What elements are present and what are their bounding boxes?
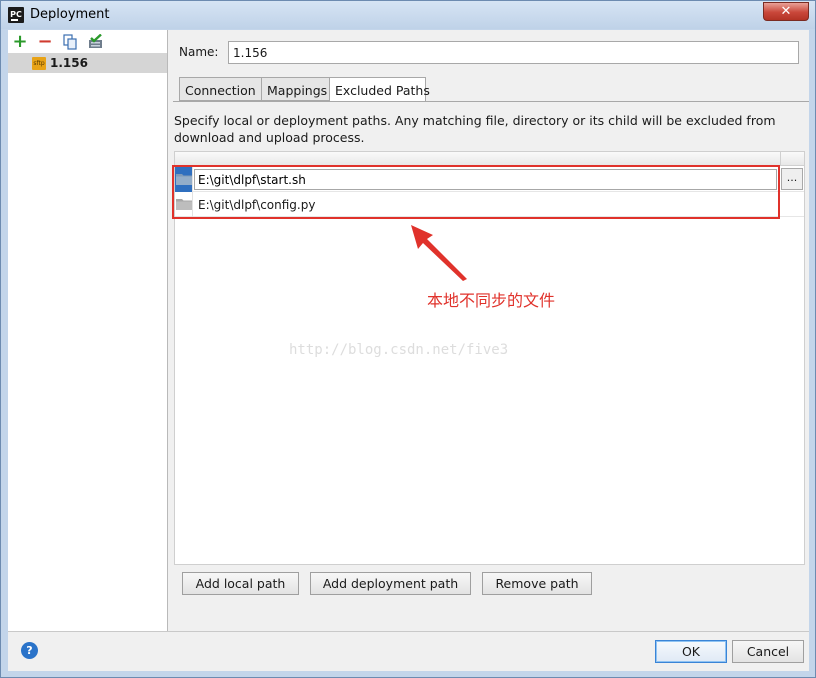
remove-server-icon[interactable]: −: [37, 33, 53, 51]
name-field[interactable]: [228, 41, 799, 64]
browse-button[interactable]: ...: [781, 168, 803, 190]
window-title: Deployment: [30, 7, 110, 22]
footer-divider: [8, 631, 809, 632]
server-item[interactable]: sftp 1.156: [8, 53, 167, 73]
name-label: Name:: [179, 45, 218, 59]
watermark: http://blog.csdn.net/five3: [289, 342, 509, 358]
name-label-text: Name:: [179, 45, 219, 59]
deployment-dialog: PC Deployment ✕ + − sftp 1.156 Name: 1.1…: [0, 0, 816, 678]
server-item-label: 1.156: [50, 56, 88, 70]
title-bar[interactable]: PC Deployment ✕: [1, 1, 815, 29]
cancel-button[interactable]: Cancel: [732, 640, 804, 663]
list-header: [175, 152, 804, 166]
remove-path-button[interactable]: Remove path: [482, 572, 592, 595]
annotation-highlight-box: [172, 165, 780, 219]
pycharm-icon: PC: [8, 7, 24, 23]
use-as-default-icon[interactable]: [88, 33, 104, 50]
add-local-path-button[interactable]: Add local path: [182, 572, 299, 595]
tab-excluded-paths[interactable]: Excluded Paths: [329, 77, 430, 102]
annotation-arrow-icon: [411, 225, 467, 281]
ok-button[interactable]: OK: [655, 640, 727, 663]
tab-connection[interactable]: Connection: [179, 77, 262, 101]
add-server-icon[interactable]: +: [12, 33, 28, 51]
server-list-sidebar: + − sftp 1.156: [8, 30, 168, 631]
sftp-icon: sftp: [32, 57, 46, 70]
close-button[interactable]: ✕: [763, 2, 809, 21]
annotation-text: 本地不同步的文件: [427, 291, 556, 310]
help-icon[interactable]: ?: [21, 642, 38, 659]
copy-server-icon[interactable]: [62, 34, 78, 50]
add-deployment-path-button[interactable]: Add deployment path: [310, 572, 471, 595]
excluded-paths-description: Specify local or deployment paths. Any m…: [174, 113, 776, 145]
list-header-cell: [780, 152, 804, 166]
tab-mappings[interactable]: Mappings: [261, 77, 330, 101]
